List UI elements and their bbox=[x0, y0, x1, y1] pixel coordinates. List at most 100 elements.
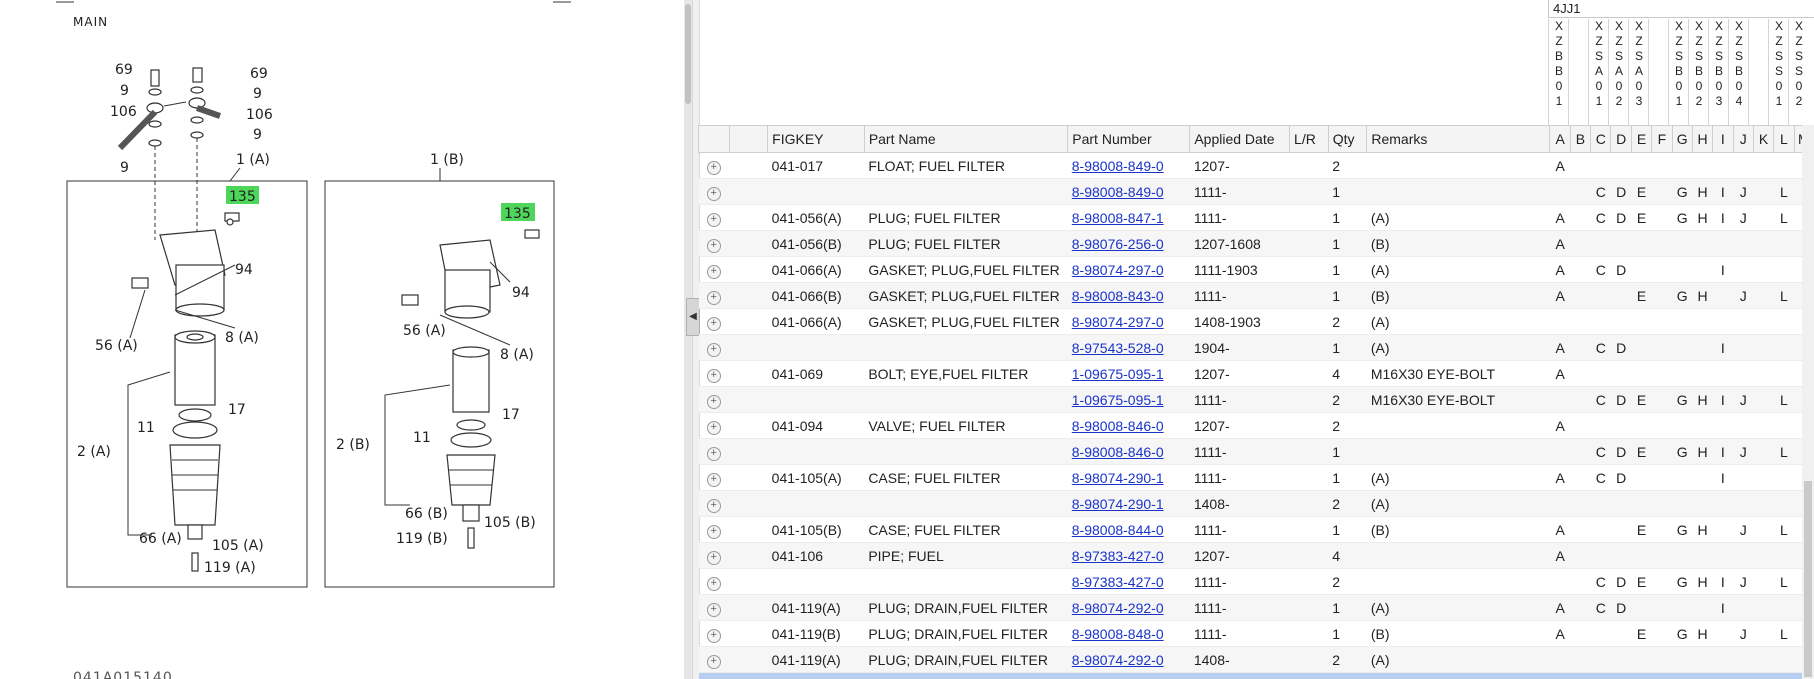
column-header-part-name[interactable]: Part Name bbox=[863, 125, 1069, 153]
table-scrollbar-thumb[interactable] bbox=[1804, 481, 1812, 677]
table-row[interactable]: +1-09675-095-1 1111- 2 M16X30 EYE-BOLT C D E G H… bbox=[698, 386, 1814, 413]
expand-plus-icon[interactable]: + bbox=[706, 524, 721, 539]
table-row[interactable]: +041-119(A) PLUG; DRAIN,FUEL FILTER 8-9807… bbox=[698, 594, 1814, 621]
part-number-link[interactable]: 1-09675-095-1 bbox=[1072, 392, 1164, 408]
expand-plus-icon[interactable]: + bbox=[706, 342, 721, 357]
expand-plus-icon[interactable]: + bbox=[706, 160, 721, 175]
expand-plus-icon[interactable]: + bbox=[706, 628, 721, 643]
part-number-link[interactable]: 8-98074-297-0 bbox=[1072, 262, 1164, 278]
part-number-cell: 8-98008-846-0 bbox=[1067, 438, 1190, 465]
expand-plus-icon[interactable]: + bbox=[706, 420, 721, 435]
column-header-qty[interactable]: Qty bbox=[1327, 125, 1368, 153]
table-row[interactable]: +041-056(B) PLUG; FUEL FILTER 8-98076-256-… bbox=[698, 230, 1814, 257]
part-number-link[interactable]: 8-98008-844-0 bbox=[1072, 522, 1164, 538]
table-row[interactable]: +041-066(B) GASKET; PLUG,FUEL FILTER 8-980… bbox=[698, 282, 1814, 309]
lr-cell bbox=[1289, 360, 1329, 387]
part-number-link[interactable]: 8-97383-427-0 bbox=[1072, 548, 1164, 564]
expand-plus-icon[interactable]: + bbox=[706, 238, 721, 253]
table-row[interactable]: +041-105(B) CASE; FUEL FILTER 8-98008-844-… bbox=[698, 516, 1814, 543]
table-row[interactable]: +041-119(B) PLUG; DRAIN,FUEL FILTER 8-9800… bbox=[698, 620, 1814, 647]
expand-plus-icon[interactable]: + bbox=[706, 550, 721, 565]
model-code-cell bbox=[1672, 542, 1693, 569]
table-row[interactable]: +041-105(A) CASE; FUEL FILTER 8-98074-290-… bbox=[698, 464, 1814, 491]
exploded-diagram[interactable]: MAIN 69 69 9 9 106 106 9 9 1 (A) 135 94 … bbox=[0, 0, 684, 679]
expand-plus-icon[interactable]: + bbox=[706, 316, 721, 331]
table-row[interactable]: +041-135SENSOR8-98086-433-01111- 1 A CDE GHI… bbox=[698, 672, 1814, 679]
model-code-cell bbox=[1692, 334, 1713, 361]
column-header-lr[interactable]: L/R bbox=[1289, 125, 1329, 153]
part-number-link[interactable]: 1-09675-095-1 bbox=[1072, 366, 1164, 382]
expand-plus-icon[interactable]: + bbox=[706, 654, 721, 669]
part-name-cell: GASKET; PLUG,FUEL FILTER bbox=[864, 308, 1068, 335]
diagram-scrollbar[interactable] bbox=[684, 0, 692, 679]
diagram-scrollbar-thumb[interactable] bbox=[685, 4, 691, 104]
model-code-cell: A bbox=[1549, 620, 1571, 647]
model-variant-code bbox=[1648, 19, 1669, 125]
part-number-link[interactable]: 8-98074-297-0 bbox=[1072, 314, 1164, 330]
part-number-link[interactable]: 8-98074-292-0 bbox=[1072, 600, 1164, 616]
expand-plus-icon[interactable]: + bbox=[706, 602, 721, 617]
part-number-link[interactable]: 8-98074-292-0 bbox=[1072, 652, 1164, 668]
part-number-link[interactable]: 8-98008-846-0 bbox=[1072, 444, 1164, 460]
table-row[interactable]: +8-97383-427-0 1111- 2 C D E G H I J L bbox=[698, 568, 1814, 595]
expand-plus-icon[interactable]: + bbox=[706, 368, 721, 383]
column-header-applied-date[interactable]: Applied Date bbox=[1189, 125, 1291, 153]
table-row[interactable]: +8-98074-290-1 1408- 2 (A) bbox=[698, 490, 1814, 517]
table-row[interactable]: +041-069 BOLT; EYE,FUEL FILTER 1-09675-095… bbox=[698, 360, 1814, 387]
table-row[interactable]: +041-066(A) GASKET; PLUG,FUEL FILTER 8-980… bbox=[698, 256, 1814, 283]
expand-plus-icon[interactable]: + bbox=[706, 212, 721, 227]
part-number-link[interactable]: 8-98074-290-1 bbox=[1072, 470, 1164, 486]
model-code-cell bbox=[1570, 646, 1591, 673]
table-row[interactable]: +041-094 VALVE; FUEL FILTER 8-98008-846-0 1… bbox=[698, 412, 1814, 439]
table-row[interactable]: +041-017 FLOAT; FUEL FILTER 8-98008-849-0 1… bbox=[698, 152, 1814, 179]
qty-cell: 1 bbox=[1328, 464, 1367, 491]
part-name-cell: PLUG; DRAIN,FUEL FILTER bbox=[864, 646, 1068, 673]
model-code-cell bbox=[1753, 672, 1774, 679]
table-row[interactable]: +8-98008-846-0 1111- 1 C D E G H I J L bbox=[698, 438, 1814, 465]
part-number-link[interactable]: 8-97543-528-0 bbox=[1072, 340, 1164, 356]
expand-plus-icon[interactable]: + bbox=[706, 394, 721, 409]
qty-cell: 1 bbox=[1328, 230, 1367, 257]
table-row[interactable]: +041-056(A) PLUG; FUEL FILTER 8-98008-847-… bbox=[698, 204, 1814, 231]
part-number-link[interactable]: 8-97383-427-0 bbox=[1072, 574, 1164, 590]
diagram-pane[interactable]: MAIN 69 69 9 9 106 106 9 9 1 (A) 135 94 … bbox=[0, 0, 684, 679]
model-code-cell: J bbox=[1733, 620, 1754, 647]
part-number-link[interactable]: 8-98074-290-1 bbox=[1072, 496, 1164, 512]
column-header-remarks[interactable]: Remarks bbox=[1366, 125, 1551, 153]
column-header-figkey[interactable]: FIGKEY bbox=[767, 125, 865, 153]
part-number-link[interactable]: 8-98076-256-0 bbox=[1072, 236, 1164, 252]
part-number-link[interactable]: 8-98008-849-0 bbox=[1072, 184, 1164, 200]
table-row[interactable]: +041-106 PIPE; FUEL 8-97383-427-0 1207- 4 A bbox=[698, 542, 1814, 569]
column-header-part-number[interactable]: Part Number bbox=[1067, 125, 1191, 153]
expand-plus-icon[interactable]: + bbox=[706, 186, 721, 201]
table-row[interactable]: +8-97543-528-0 1904- 1 (A) A C D I bbox=[698, 334, 1814, 361]
model-code-cell: C bbox=[1590, 386, 1611, 413]
expand-plus-icon[interactable]: + bbox=[706, 446, 721, 461]
expand-plus-icon[interactable]: + bbox=[706, 576, 721, 591]
model-code-cell: J bbox=[1733, 438, 1754, 465]
part-number-link[interactable]: 8-98008-849-0 bbox=[1072, 158, 1164, 174]
part-number-link[interactable]: 8-98008-847-1 bbox=[1072, 210, 1164, 226]
part-name-cell: PIPE; FUEL bbox=[864, 542, 1068, 569]
model-code-cell bbox=[1651, 360, 1673, 387]
table-row[interactable]: +041-119(A) PLUG; DRAIN,FUEL FILTER 8-9807… bbox=[698, 646, 1814, 673]
model-code-cell bbox=[1712, 646, 1734, 673]
model-code-cell: A bbox=[1549, 412, 1571, 439]
table-row[interactable]: +041-066(A) GASKET; PLUG,FUEL FILTER 8-980… bbox=[698, 308, 1814, 335]
model-variant-code bbox=[1748, 19, 1769, 125]
expand-plus-icon[interactable]: + bbox=[706, 498, 721, 513]
expand-plus-icon[interactable]: + bbox=[706, 472, 721, 487]
expand-plus-icon[interactable]: + bbox=[706, 264, 721, 279]
model-code-cell bbox=[1590, 620, 1611, 647]
qty-cell: 1 bbox=[1328, 256, 1367, 283]
part-number-link[interactable]: 8-98008-843-0 bbox=[1072, 288, 1164, 304]
part-number-link[interactable]: 8-98008-848-0 bbox=[1072, 626, 1164, 642]
part-number-link[interactable]: 8-98008-846-0 bbox=[1072, 418, 1164, 434]
row-blank-cell bbox=[729, 620, 768, 647]
lr-cell bbox=[1289, 438, 1329, 465]
table-scrollbar[interactable] bbox=[1802, 125, 1814, 679]
table-row[interactable]: +8-98008-849-0 1111- 1 C D E G H I J L bbox=[698, 178, 1814, 205]
model-code-cell bbox=[1651, 438, 1673, 465]
diagram-image-code: 041A015140 bbox=[73, 670, 173, 679]
expand-plus-icon[interactable]: + bbox=[706, 290, 721, 305]
